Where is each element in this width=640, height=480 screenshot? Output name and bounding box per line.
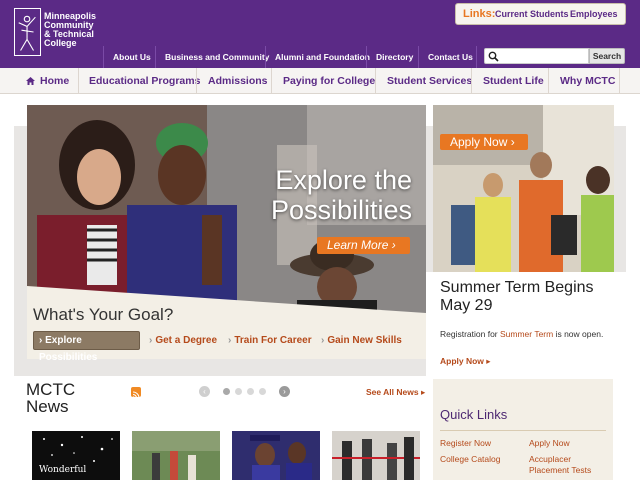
divider (471, 68, 472, 94)
get-a-degree-label: Get a Degree (155, 335, 218, 346)
summer-term-link[interactable]: Summer Term (500, 329, 553, 339)
nav-student-services[interactable]: Student Services (387, 68, 472, 94)
quick-top-links: Links: Current Students Employees (455, 3, 626, 25)
nav-student-life[interactable]: Student Life (483, 68, 544, 94)
news-thumbnail[interactable]: Wonderful (32, 431, 120, 480)
logo-figure-icon (14, 8, 41, 56)
nav-educational-programs[interactable]: Educational Programs (89, 68, 200, 94)
rss-icon[interactable] (131, 387, 141, 399)
nav-why-mctc[interactable]: Why MCTC (560, 68, 615, 94)
news-thumbnail[interactable] (232, 431, 320, 480)
apply-now-link[interactable]: Apply Now ▸ (440, 356, 491, 367)
divider (196, 68, 197, 94)
accuplacer-link[interactable]: Accuplacer Placement Tests (529, 454, 599, 476)
college-logo[interactable]: Minneapolis Community & Technical Colleg… (14, 8, 96, 58)
pager-prev-icon[interactable]: ‹ (199, 386, 210, 397)
hero-banner[interactable]: Explore the Possibilities Learn More › (27, 105, 426, 313)
news-thumbnail[interactable] (132, 431, 220, 480)
pager-dot-active[interactable] (223, 388, 230, 395)
news-thumb-image (232, 431, 320, 480)
hero-headline: Explore the Possibilities (232, 165, 412, 225)
utility-nav-directory[interactable]: Directory (376, 52, 413, 62)
goal-title: What's Your Goal? (33, 305, 174, 324)
employees-link[interactable]: Employees (570, 9, 618, 19)
divider (440, 430, 606, 431)
hero-headline-line: Explore the (275, 165, 412, 195)
see-all-news-link[interactable]: See All News ▸ (366, 387, 425, 398)
rss-glyph (132, 391, 140, 399)
news-thumbnail[interactable] (332, 431, 420, 480)
divider (366, 46, 367, 68)
students-photo (433, 105, 614, 272)
learn-more-button[interactable]: Learn More › (317, 237, 410, 254)
explore-possibilities-label: Explore Possibilities (39, 335, 98, 363)
home-icon (26, 77, 35, 85)
utility-nav-business[interactable]: Business and Community (165, 52, 269, 62)
utility-nav-contact[interactable]: Contact Us (428, 52, 473, 62)
nav-paying-for-college[interactable]: Paying for College (283, 68, 375, 94)
hero-headline-line: Possibilities (270, 195, 412, 225)
divider (271, 68, 272, 94)
links-label: Links: (463, 8, 496, 20)
chevron-right-icon: › (149, 335, 153, 346)
promo-text: Registration for (440, 329, 500, 339)
main-navigation: Home Educational Programs Admissions Pay… (0, 68, 640, 94)
pager-next-icon[interactable]: › (279, 386, 290, 397)
quick-links-heading: Quick Links (440, 407, 508, 422)
pager-dot[interactable] (259, 388, 266, 395)
college-name: Minneapolis Community & Technical Colleg… (44, 12, 104, 48)
chevron-right-icon: › (321, 335, 325, 346)
divider (103, 46, 104, 68)
news-thumb-caption: Wonderful (39, 465, 87, 475)
divider (78, 68, 79, 94)
search-button[interactable]: Search (589, 48, 625, 64)
divider (418, 46, 419, 68)
news-thumb-image (132, 431, 220, 480)
divider (476, 46, 477, 68)
apply-now-banner-button[interactable]: Apply Now › (440, 134, 528, 150)
college-catalog-link[interactable]: College Catalog (440, 454, 500, 465)
promo-description: Registration for Summer Term is now open… (440, 329, 603, 339)
gain-new-skills-label: Gain New Skills (327, 335, 402, 346)
site-header: Minneapolis Community & Technical Colleg… (0, 0, 640, 68)
pager-dot[interactable] (247, 388, 254, 395)
divider (619, 68, 620, 94)
utility-nav-alumni[interactable]: Alumni and Foundation (275, 52, 370, 62)
news-thumb-image (332, 431, 420, 480)
promo-text: is now open. (553, 329, 604, 339)
get-a-degree-tab[interactable]: › Get a Degree (149, 335, 217, 346)
news-pager: ‹ › (199, 386, 291, 398)
divider (548, 68, 549, 94)
divider (265, 46, 266, 68)
college-name-line: College (44, 38, 77, 48)
divider (375, 68, 376, 94)
search-input[interactable] (484, 48, 589, 64)
divider (155, 46, 156, 68)
nav-admissions[interactable]: Admissions (208, 68, 268, 94)
train-for-career-tab[interactable]: › Train For Career (228, 335, 312, 346)
news-heading: MCTC News (26, 380, 76, 416)
explore-possibilities-tab[interactable]: › Explore Possibilities (33, 331, 140, 363)
promo-headline: Summer Term Begins May 29 (440, 279, 594, 314)
train-for-career-label: Train For Career (234, 335, 312, 346)
search-icon (488, 51, 499, 62)
chevron-right-icon: › (228, 335, 232, 346)
promo-photo[interactable] (433, 105, 614, 272)
apply-now-quick-link[interactable]: Apply Now (529, 438, 570, 449)
current-students-link[interactable]: Current Students (495, 9, 569, 19)
pager-dot[interactable] (235, 388, 242, 395)
register-now-link[interactable]: Register Now (440, 438, 491, 449)
nav-home[interactable]: Home (40, 68, 69, 94)
utility-nav-about[interactable]: About Us (113, 52, 151, 62)
gain-new-skills-tab[interactable]: › Gain New Skills (321, 335, 402, 346)
